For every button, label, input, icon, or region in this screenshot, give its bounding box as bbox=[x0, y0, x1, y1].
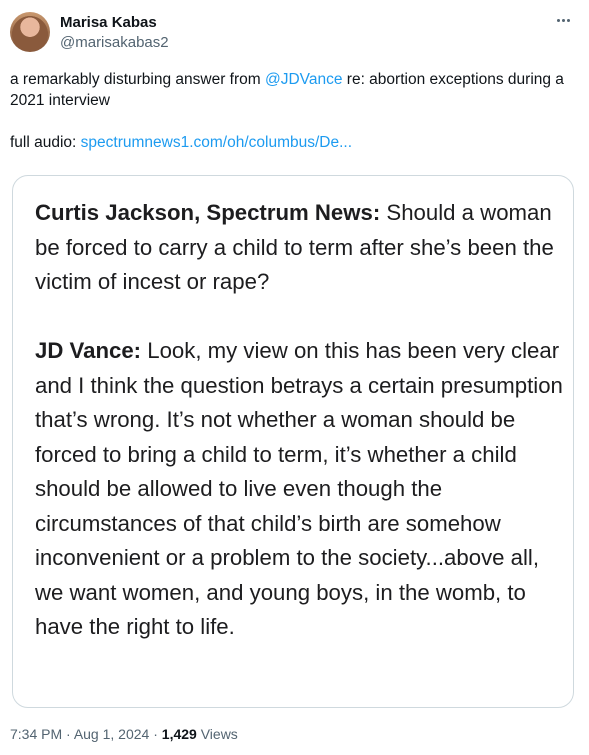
dot bbox=[556, 18, 560, 22]
views-count: 1,429 bbox=[161, 726, 197, 742]
media-image-card[interactable]: Curtis Jackson, Spectrum News: Should a … bbox=[12, 175, 574, 708]
tweet-meta: 7:34 PM · Aug 1, 2024 · 1,429 Views bbox=[10, 724, 238, 744]
question-paragraph: Curtis Jackson, Spectrum News: Should a … bbox=[35, 196, 565, 300]
tweet-audio-paragraph: full audio: spectrumnews1.com/oh/columbu… bbox=[10, 132, 580, 153]
timestamp-time[interactable]: 7:34 PM bbox=[10, 726, 62, 742]
answer-speaker: JD Vance: bbox=[35, 338, 142, 363]
separator: · bbox=[62, 726, 74, 742]
mention-link[interactable]: @JDVance bbox=[265, 71, 342, 88]
answer-paragraph: JD Vance: Look, my view on this has been… bbox=[35, 334, 565, 645]
audio-label: full audio: bbox=[10, 134, 81, 151]
tweet-text-start: a remarkably disturbing answer from bbox=[10, 71, 265, 88]
answer-text: Look, my view on this has been very clea… bbox=[35, 338, 563, 639]
views-label: Views bbox=[196, 726, 238, 742]
timestamp-date[interactable]: Aug 1, 2024 bbox=[74, 726, 150, 742]
question-speaker: Curtis Jackson, Spectrum News: bbox=[35, 200, 381, 225]
more-options-icon[interactable] bbox=[551, 10, 575, 30]
author-handle[interactable]: @marisakabas2 bbox=[60, 33, 169, 53]
author-display-name[interactable]: Marisa Kabas bbox=[60, 13, 157, 33]
tweet-paragraph: a remarkably disturbing answer from @JDV… bbox=[10, 69, 580, 111]
separator: · bbox=[149, 726, 162, 742]
audio-link[interactable]: spectrumnews1.com/oh/columbus/De... bbox=[81, 134, 352, 151]
media-image-text: Curtis Jackson, Spectrum News: Should a … bbox=[35, 196, 565, 645]
dot bbox=[561, 18, 565, 22]
tweet-text: a remarkably disturbing answer from @JDV… bbox=[10, 69, 580, 153]
dot bbox=[566, 18, 570, 22]
avatar[interactable] bbox=[10, 12, 50, 52]
